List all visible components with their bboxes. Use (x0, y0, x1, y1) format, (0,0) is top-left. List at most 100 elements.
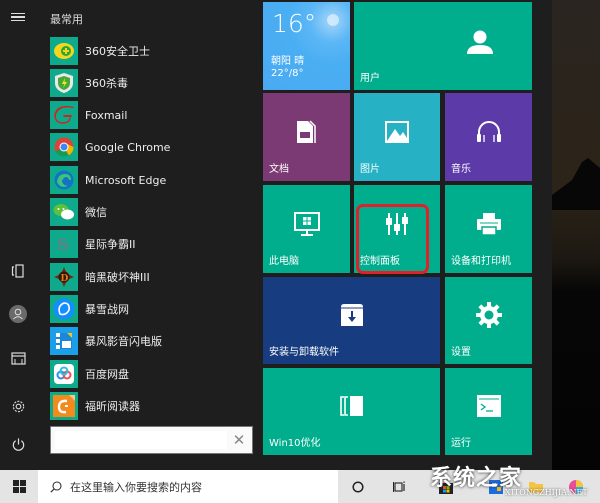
task-view-icon (393, 481, 405, 492)
app-label: 暗黑破坏神III (85, 271, 150, 284)
app-label: 星际争霸II (85, 238, 136, 251)
taskbar-app-colorful[interactable] (562, 470, 590, 503)
app-item-360-antivirus[interactable]: 360杀毒 (50, 68, 255, 98)
foxit-reader-icon (50, 392, 78, 420)
headphones-icon (476, 120, 501, 142)
user-account-button[interactable] (6, 302, 30, 326)
app-item-microsoft-edge[interactable]: Microsoft Edge (50, 165, 255, 195)
svg-text:D: D (61, 274, 69, 284)
start-menu: 最常用 360安全卫士 360杀毒 Foxmail Google Chrome (0, 0, 552, 470)
app-label: 360杀毒 (85, 77, 128, 90)
tile-label: 文档 (269, 164, 289, 175)
menu-button[interactable] (6, 5, 30, 29)
360-safe-icon (50, 37, 78, 65)
app-item-foxmail[interactable]: Foxmail (50, 100, 255, 130)
tile-label: 控制面板 (360, 256, 400, 267)
weather-temperature: 16° (272, 9, 317, 38)
mountain-silhouette (552, 158, 600, 210)
app-label: 百度网盘 (85, 368, 129, 381)
user-icon (467, 30, 493, 54)
power-button[interactable] (6, 432, 30, 456)
app-search-input[interactable] (55, 431, 227, 449)
documents-button[interactable] (6, 346, 30, 370)
tile-label: Win10优化 (269, 438, 321, 449)
taskbar-search-box[interactable]: 在这里输入你要搜索的内容 (38, 470, 338, 503)
app-item-diablo[interactable]: D 暗黑破坏神III (50, 262, 255, 292)
app-item-battlenet[interactable]: 暴雪战网 (50, 294, 255, 324)
tile-label: 运行 (451, 438, 471, 449)
task-view-button[interactable] (386, 470, 414, 503)
tile-music[interactable]: 音乐 (445, 93, 532, 181)
tile-weather[interactable]: 16° 朝阳 晴 22°/8° (263, 2, 350, 90)
app-label: 360安全卫士 (85, 45, 150, 58)
sliders-icon (386, 212, 408, 235)
battlenet-icon (50, 295, 78, 323)
app-item-google-chrome[interactable]: Google Chrome (50, 132, 255, 162)
app-search-box: ✕ (50, 426, 253, 454)
tile-devices-printers[interactable]: 设备和打印机 (445, 185, 532, 273)
optimizer-icon (339, 396, 363, 417)
user-avatar-icon (9, 305, 27, 323)
app-item-starcraft[interactable]: S 星际争霸II (50, 229, 255, 259)
tile-pictures[interactable]: 图片 (354, 93, 440, 181)
cortana-button[interactable] (344, 470, 372, 503)
run-terminal-icon (476, 395, 501, 418)
app-item-baofeng[interactable]: 暴风影音闪电版 (50, 326, 255, 356)
clear-search-button[interactable]: ✕ (230, 431, 248, 449)
tablet-mode-icon (11, 264, 24, 278)
windows-logo-icon (12, 480, 26, 493)
app-item-foxit-reader[interactable]: 福昕阅读器 (50, 391, 255, 421)
tile-run[interactable]: 运行 (445, 368, 532, 455)
app-label: Foxmail (85, 108, 128, 122)
diablo-icon: D (50, 263, 78, 291)
tile-win10-optimize[interactable]: Win10优化 (263, 368, 440, 455)
weather-location-condition: 朝阳 晴 (271, 56, 305, 67)
tile-control-panel[interactable]: 控制面板 (354, 185, 440, 273)
section-title-most-used: 最常用 (50, 13, 83, 26)
weather-temp-range: 22°/8° (271, 68, 304, 79)
tile-this-pc[interactable]: 此电脑 (263, 185, 350, 273)
picture-icon (385, 120, 409, 143)
app-label: 暴雪战网 (85, 303, 129, 316)
close-icon: ✕ (232, 431, 246, 449)
app-item-wechat[interactable]: 微信 (50, 197, 255, 227)
install-box-icon (340, 304, 363, 327)
tile-label: 音乐 (451, 164, 471, 175)
folder-icon (10, 351, 26, 365)
tile-documents[interactable]: 文档 (263, 93, 350, 181)
app-label: 暴风影音闪电版 (85, 335, 162, 348)
sun-icon (327, 14, 339, 26)
power-icon (12, 437, 24, 451)
start-rail (0, 0, 36, 470)
chrome-icon (50, 133, 78, 161)
desktop-wallpaper (552, 0, 600, 470)
document-icon (296, 120, 316, 143)
app-label: Microsoft Edge (85, 173, 167, 187)
wechat-icon (50, 198, 78, 226)
tile-settings[interactable]: 设置 (445, 277, 532, 364)
baofeng-icon (50, 327, 78, 355)
taskbar-file-explorer[interactable] (522, 470, 550, 503)
app-label: 微信 (85, 206, 107, 219)
settings-button[interactable] (6, 394, 30, 418)
foxmail-icon (50, 101, 78, 129)
svg-text:S: S (57, 235, 69, 254)
printer-icon (476, 212, 501, 236)
computer-icon (293, 211, 320, 236)
tile-uninstall-software[interactable]: 安装与卸载软件 (263, 277, 440, 364)
app-item-360-safe[interactable]: 360安全卫士 (50, 36, 255, 66)
app-label: 福昕阅读器 (85, 400, 140, 413)
watermark-subtitle: XITONGZHIJIA.NET (505, 488, 588, 497)
tile-label: 设置 (451, 347, 471, 358)
tile-label: 安装与卸载软件 (269, 347, 339, 358)
tablet-mode-button[interactable] (6, 259, 30, 283)
start-button[interactable] (0, 470, 38, 503)
tile-user[interactable]: 用户 (354, 2, 532, 90)
edge-icon (50, 166, 78, 194)
app-item-baidu-netdisk[interactable]: 百度网盘 (50, 359, 255, 389)
taskbar-search-placeholder: 在这里输入你要搜索的内容 (70, 480, 202, 494)
gear-icon (475, 302, 502, 329)
search-icon (50, 480, 62, 493)
tile-label: 用户 (360, 73, 380, 84)
360-antivirus-icon (50, 69, 78, 97)
